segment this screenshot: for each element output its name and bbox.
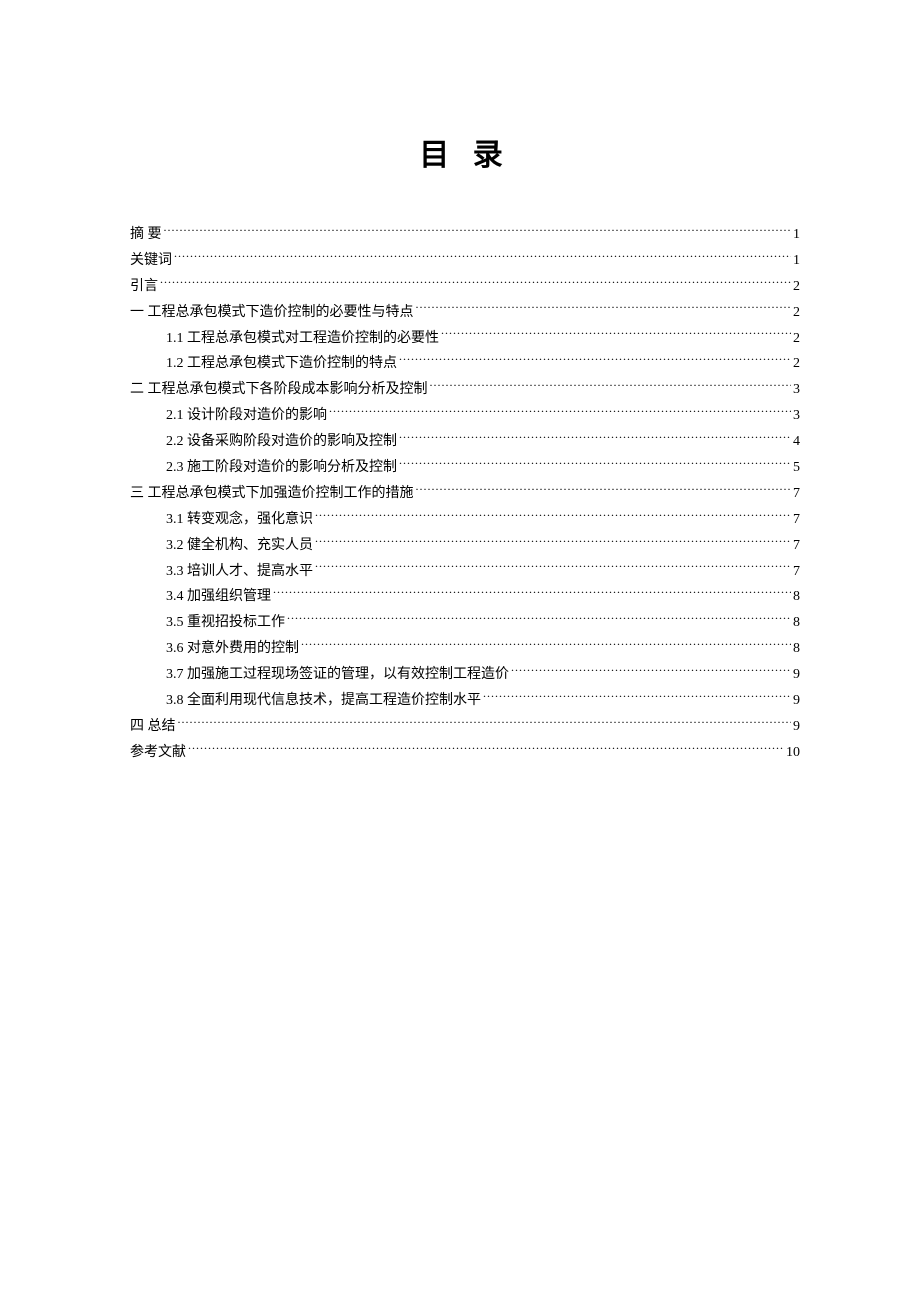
toc-leader-dots	[483, 690, 791, 704]
toc-entry-page: 8	[793, 610, 800, 636]
toc-entry: 3.4 加强组织管理 8	[130, 584, 800, 610]
toc-entry-page: 9	[793, 662, 800, 688]
toc-leader-dots	[315, 535, 791, 549]
toc-entry-page: 2	[793, 274, 800, 300]
toc-entry: 参考文献 10	[130, 740, 800, 766]
toc-entry-page: 4	[793, 429, 800, 455]
toc-entry-page: 7	[793, 559, 800, 585]
document-page: 目 录 摘 要1关键词1引言2一 工程总承包模式下造价控制的必要性与特点21.1…	[0, 0, 920, 766]
toc-entry: 2.3 施工阶段对造价的影响分析及控制 5	[130, 455, 800, 481]
toc-entry-label: 3.2 健全机构、充实人员	[166, 533, 313, 559]
toc-leader-dots	[188, 742, 784, 756]
toc-leader-dots	[164, 224, 792, 238]
toc-leader-dots	[430, 379, 792, 393]
toc-entry: 摘 要 1	[130, 222, 800, 248]
toc-entry: 3.3 培训人才、提高水平 7	[130, 559, 800, 585]
toc-entry: 2.1 设计阶段对造价的影响 3	[130, 403, 800, 429]
toc-entry-page: 5	[793, 455, 800, 481]
toc-entry-label: 3.3 培训人才、提高水平	[166, 559, 313, 585]
toc-entry-label: 2.3 施工阶段对造价的影响分析及控制	[166, 455, 397, 481]
toc-entry-label: 参考文献	[130, 740, 186, 766]
toc-entry-label: 摘 要	[130, 222, 162, 248]
toc-entry: 1.1 工程总承包模式对工程造价控制的必要性 2	[130, 326, 800, 352]
toc-entry: 3.8 全面利用现代信息技术，提高工程造价控制水平 9	[130, 688, 800, 714]
toc-entry: 3.5 重视招投标工作 8	[130, 610, 800, 636]
toc-entry-label: 3.5 重视招投标工作	[166, 610, 285, 636]
toc-entry-page: 2	[793, 326, 800, 352]
toc-entry-page: 7	[793, 533, 800, 559]
toc-entry-label: 一 工程总承包模式下造价控制的必要性与特点	[130, 300, 414, 326]
toc-entry-page: 3	[793, 403, 800, 429]
toc-entry-label: 3.7 加强施工过程现场签证的管理，以有效控制工程造价	[166, 662, 509, 688]
toc-leader-dots	[301, 638, 791, 652]
toc-leader-dots	[399, 353, 791, 367]
toc-entry-label: 3.4 加强组织管理	[166, 584, 271, 610]
toc-entry-page: 8	[793, 584, 800, 610]
toc-entry-label: 四 总结	[130, 714, 176, 740]
toc-entry: 引言 2	[130, 274, 800, 300]
toc-entry: 二 工程总承包模式下各阶段成本影响分析及控制 3	[130, 377, 800, 403]
toc-leader-dots	[178, 716, 792, 730]
toc-leader-dots	[416, 483, 792, 497]
toc-entry: 3.7 加强施工过程现场签证的管理，以有效控制工程造价 9	[130, 662, 800, 688]
toc-entry: 2.2 设备采购阶段对造价的影响及控制 4	[130, 429, 800, 455]
toc-entry-page: 2	[793, 300, 800, 326]
toc-entry-label: 关键词	[130, 248, 172, 274]
toc-entry-label: 3.1 转变观念，强化意识	[166, 507, 313, 533]
toc-entry-page: 9	[793, 714, 800, 740]
toc-entry: 3.6 对意外费用的控制 8	[130, 636, 800, 662]
toc-entry-label: 3.6 对意外费用的控制	[166, 636, 299, 662]
toc-entry-page: 7	[793, 507, 800, 533]
toc-entry: 3.2 健全机构、充实人员 7	[130, 533, 800, 559]
toc-leader-dots	[315, 561, 791, 575]
toc-entry-page: 3	[793, 377, 800, 403]
toc-entry: 关键词 1	[130, 248, 800, 274]
toc-entry-page: 8	[793, 636, 800, 662]
toc-leader-dots	[511, 664, 791, 678]
toc-entry-label: 1.2 工程总承包模式下造价控制的特点	[166, 351, 397, 377]
toc-entry: 四 总结 9	[130, 714, 800, 740]
table-of-contents: 摘 要1关键词1引言2一 工程总承包模式下造价控制的必要性与特点21.1 工程总…	[130, 222, 800, 766]
toc-entry: 1.2 工程总承包模式下造价控制的特点 2	[130, 351, 800, 377]
toc-entry-label: 三 工程总承包模式下加强造价控制工作的措施	[130, 481, 414, 507]
toc-leader-dots	[160, 276, 791, 290]
toc-entry: 一 工程总承包模式下造价控制的必要性与特点 2	[130, 300, 800, 326]
toc-entry-page: 9	[793, 688, 800, 714]
toc-entry-page: 1	[793, 248, 800, 274]
toc-entry-page: 2	[793, 351, 800, 377]
toc-entry-label: 1.1 工程总承包模式对工程造价控制的必要性	[166, 326, 439, 352]
toc-leader-dots	[416, 302, 792, 316]
toc-leader-dots	[329, 405, 791, 419]
toc-entry: 三 工程总承包模式下加强造价控制工作的措施 7	[130, 481, 800, 507]
toc-entry-page: 7	[793, 481, 800, 507]
toc-leader-dots	[315, 509, 791, 523]
toc-entry-label: 二 工程总承包模式下各阶段成本影响分析及控制	[130, 377, 428, 403]
toc-leader-dots	[399, 457, 791, 471]
toc-entry-label: 3.8 全面利用现代信息技术，提高工程造价控制水平	[166, 688, 481, 714]
page-title: 目 录	[130, 130, 800, 174]
toc-leader-dots	[287, 612, 791, 626]
toc-entry-label: 2.1 设计阶段对造价的影响	[166, 403, 327, 429]
toc-leader-dots	[399, 431, 791, 445]
toc-leader-dots	[273, 586, 791, 600]
toc-entry-label: 引言	[130, 274, 158, 300]
toc-entry-page: 10	[786, 740, 800, 766]
toc-entry-label: 2.2 设备采购阶段对造价的影响及控制	[166, 429, 397, 455]
toc-entry: 3.1 转变观念，强化意识 7	[130, 507, 800, 533]
toc-entry-page: 1	[793, 222, 800, 248]
toc-leader-dots	[174, 250, 791, 264]
toc-leader-dots	[441, 328, 791, 342]
